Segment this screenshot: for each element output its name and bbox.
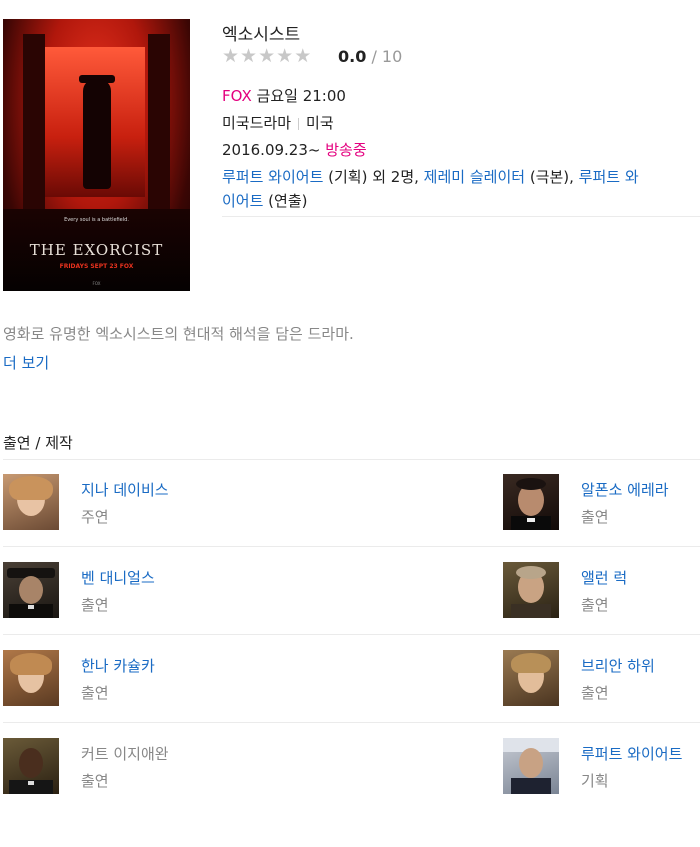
info-divider — [222, 216, 700, 217]
avatar[interactable] — [3, 650, 59, 706]
star-icon[interactable]: ★ — [276, 45, 294, 67]
cast-role: 출연 — [81, 596, 109, 614]
cast-name[interactable]: 한나 카슐카 — [81, 655, 155, 676]
poster-footer: FOX — [92, 281, 101, 286]
date-info: 2016.09.23~ 방송중 — [222, 139, 367, 160]
broadcast-info: FOX 금요일 21:00 — [222, 85, 346, 106]
poster-image[interactable]: Every soul is a battlefield. THE EXORCIS… — [3, 19, 190, 291]
score-max: 10 — [381, 47, 403, 66]
score-value: 0.0 — [338, 47, 367, 66]
star-icon[interactable]: ★ — [294, 45, 312, 67]
cast-item[interactable]: 브리안 하위 출연 — [503, 650, 700, 710]
poster-title: THE EXORCIST — [29, 241, 164, 259]
poster-tagline: Every soul is a battlefield. — [64, 217, 129, 223]
row-divider — [3, 546, 700, 547]
credit-link-director-cont[interactable]: 이어트 — [222, 192, 263, 210]
genre: 미국드라마 — [222, 114, 292, 132]
credit-link-planner[interactable]: 루퍼트 와이어트 — [222, 168, 323, 186]
cast-role: 주연 — [81, 508, 109, 526]
credit-role-director: (연출) — [263, 192, 308, 210]
cast-name[interactable]: 브리안 하위 — [581, 655, 655, 676]
status-badge: 방송중 — [325, 141, 367, 159]
rating-stars[interactable]: ★★★★★ — [222, 45, 312, 67]
cast-name[interactable]: 루퍼트 와이어트 — [581, 743, 682, 764]
cast-item[interactable]: 벤 대니얼스 출연 — [3, 562, 200, 622]
premiere-date: 2016.09.23~ — [222, 141, 321, 159]
cast-name[interactable]: 앨런 럭 — [581, 567, 627, 588]
channel-link[interactable]: FOX — [222, 87, 252, 105]
cast-role: 출연 — [581, 508, 609, 526]
cast-divider — [3, 459, 700, 460]
cast-item[interactable]: 루퍼트 와이어트 기획 — [503, 738, 700, 798]
airtime: 금요일 21:00 — [256, 87, 346, 105]
row-divider — [3, 722, 700, 723]
cast-name[interactable]: 벤 대니얼스 — [81, 567, 155, 588]
cast-name[interactable]: 알폰소 에레라 — [581, 479, 669, 500]
star-icon[interactable]: ★ — [222, 45, 240, 67]
credits-line-2: 이어트 (연출) — [222, 190, 307, 211]
avatar[interactable] — [3, 738, 59, 794]
cast-item[interactable]: 알폰소 에레라 출연 — [503, 474, 700, 534]
cast-item[interactable]: 한나 카슐카 출연 — [3, 650, 200, 710]
cast-role: 출연 — [81, 772, 109, 790]
avatar[interactable] — [3, 474, 59, 530]
credit-role-writer: (극본), — [525, 168, 579, 186]
poster-door-right — [148, 34, 170, 224]
cast-name[interactable]: 지나 데이비스 — [81, 479, 169, 500]
credit-link-director[interactable]: 루퍼트 와 — [579, 168, 639, 186]
credit-link-writer[interactable]: 제레미 슬레이터 — [424, 168, 525, 186]
genre-info: 미국드라마 미국 — [222, 112, 334, 133]
row-divider — [3, 634, 700, 635]
avatar[interactable] — [503, 562, 559, 618]
cast-role: 출연 — [81, 684, 109, 702]
cast-item[interactable]: 지나 데이비스 주연 — [3, 474, 200, 534]
cast-item[interactable]: 커트 이지애완 출연 — [3, 738, 200, 798]
avatar[interactable] — [3, 562, 59, 618]
cast-name: 커트 이지애완 — [81, 745, 169, 763]
poster-date: FRIDAYS SEPT 23 FOX — [59, 263, 134, 270]
star-icon[interactable]: ★ — [258, 45, 276, 67]
credits-line-1: 루퍼트 와이어트 (기획) 외 2명, 제레미 슬레이터 (극본), 루퍼트 와 — [222, 166, 639, 187]
avatar[interactable] — [503, 474, 559, 530]
avatar[interactable] — [503, 738, 559, 794]
synopsis: 영화로 유명한 엑소시스트의 현대적 해석을 담은 드라마. — [3, 325, 354, 343]
cast-role: 출연 — [581, 684, 609, 702]
show-title: 엑소시스트 — [222, 25, 301, 45]
cast-item[interactable]: 앨런 럭 출연 — [503, 562, 700, 622]
credit-role-planner: (기획) 외 2명, — [323, 168, 424, 186]
cast-role: 출연 — [581, 596, 609, 614]
score-separator: / — [371, 47, 377, 66]
rating-score: 0.0 / 10 — [338, 47, 402, 66]
star-icon[interactable]: ★ — [240, 45, 258, 67]
poster-figure — [83, 79, 111, 189]
divider — [298, 117, 300, 130]
avatar[interactable] — [503, 650, 559, 706]
cast-heading: 출연 / 제작 — [3, 434, 73, 452]
cast-role: 기획 — [581, 772, 609, 790]
poster-door-left — [23, 34, 45, 224]
more-link[interactable]: 더 보기 — [3, 352, 49, 373]
country: 미국 — [306, 114, 334, 132]
